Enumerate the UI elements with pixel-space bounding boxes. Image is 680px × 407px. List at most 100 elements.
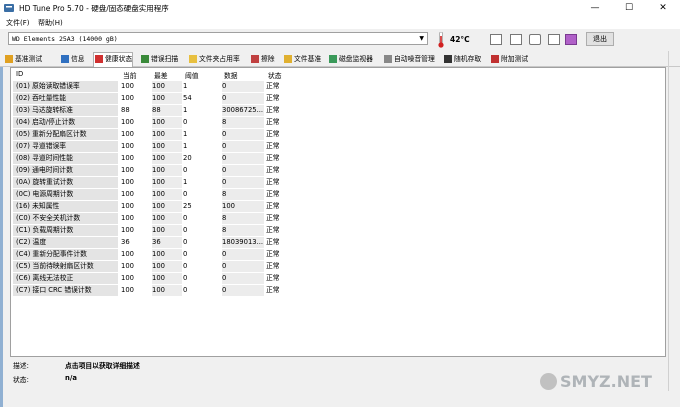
tab-error-scan[interactable]: 错误扫描 <box>140 53 178 65</box>
chevron-down-icon: ▼ <box>419 35 424 42</box>
smart-table[interactable]: ID 当前 最差 阈值 数据 状态 (01) 原始读取错误率 100 100 1 0 正常… <box>10 67 666 357</box>
menu-file[interactable]: 文件(F) <box>6 18 30 28</box>
table-row[interactable]: (C2) 温度 36 36 0 18039013... 正常 <box>11 236 665 248</box>
file-benchmark-icon <box>284 55 292 63</box>
status-label: 状态: <box>13 376 29 384</box>
status-value: 正常 <box>266 82 280 90</box>
status-value: 正常 <box>266 190 280 198</box>
column-header-worst[interactable]: 最差 <box>154 70 168 80</box>
tab-label: 自动噪音管理 <box>394 55 435 63</box>
table-row[interactable]: (C1) 负载周期计数 100 100 0 8 正常 <box>11 224 665 236</box>
save-icon[interactable] <box>565 34 577 45</box>
threshold-value: 0 <box>183 226 188 234</box>
status-value: 正常 <box>266 106 280 114</box>
minimize-button[interactable]: — <box>578 0 612 17</box>
worst-value: 100 <box>152 153 182 164</box>
table-row[interactable]: (C7) 接口 CRC 错误计数 100 100 0 0 正常 <box>11 284 665 296</box>
table-row[interactable]: (C6) 离线无法校正 100 100 0 0 正常 <box>11 272 665 284</box>
table-row[interactable]: (0C) 电源周期计数 100 100 0 8 正常 <box>11 188 665 200</box>
raw-data: 0 <box>222 93 264 104</box>
maximize-button[interactable]: ☐ <box>612 0 646 17</box>
column-header-threshold[interactable]: 阈值 <box>185 70 199 80</box>
table-row[interactable]: (0A) 旋转重试计数 100 100 1 0 正常 <box>11 176 665 188</box>
raw-data: 0 <box>222 177 264 188</box>
table-row[interactable]: (C5) 当前待映射扇区计数 100 100 0 0 正常 <box>11 260 665 272</box>
tab-benchmark[interactable]: 基准测试 <box>4 53 42 65</box>
thermometer-icon <box>438 32 444 48</box>
raw-data: 0 <box>222 141 264 152</box>
attribute-id: (0C) 电源周期计数 <box>13 189 118 200</box>
table-row[interactable]: (07) 寻道错误率 100 100 1 0 正常 <box>11 140 665 152</box>
attribute-id: (02) 吞吐量性能 <box>13 93 118 104</box>
raw-data: 0 <box>222 81 264 92</box>
attribute-id: (C6) 离线无法校正 <box>13 273 118 284</box>
attribute-id: (C2) 温度 <box>13 237 118 248</box>
current-value: 100 <box>121 250 134 258</box>
tab-extra-tests[interactable]: 附加测试 <box>490 53 528 65</box>
worst-value: 100 <box>152 249 182 260</box>
tab-random-access[interactable]: 随机存取 <box>443 53 481 65</box>
current-value: 100 <box>121 202 134 210</box>
threshold-value: 0 <box>183 190 188 198</box>
tab-aam[interactable]: 自动噪音管理 <box>383 53 435 65</box>
column-header-status[interactable]: 状态 <box>268 70 282 80</box>
close-button[interactable]: ✕ <box>646 0 680 17</box>
tab-erase[interactable]: 擦除 <box>250 53 275 65</box>
threshold-value: 1 <box>183 82 188 90</box>
table-row[interactable]: (08) 寻道时间性能 100 100 20 0 正常 <box>11 152 665 164</box>
table-row[interactable]: (01) 原始读取错误率 100 100 1 0 正常 <box>11 80 665 92</box>
status-value: 正常 <box>266 250 280 258</box>
tab-folder-usage[interactable]: 文件夹占用率 <box>188 53 240 65</box>
attribute-id: (C4) 重新分配事件计数 <box>13 249 118 260</box>
window-title: HD Tune Pro 5.70 - 硬盘/固态硬盘实用程序 <box>19 4 169 13</box>
copy-icon[interactable] <box>490 34 502 45</box>
current-value: 100 <box>121 190 134 198</box>
table-row[interactable]: (16) 未知属性 100 100 25 100 正常 <box>11 200 665 212</box>
column-header-data[interactable]: 数据 <box>224 70 238 80</box>
raw-data: 0 <box>222 129 264 140</box>
tab-disk-monitor[interactable]: 磁盘监视器 <box>328 53 373 65</box>
watermark-logo-icon <box>540 373 557 390</box>
menu-help[interactable]: 帮助(H) <box>38 18 63 28</box>
screenshot-icon[interactable] <box>529 34 541 45</box>
copy-all-icon[interactable] <box>510 34 522 45</box>
tab-health[interactable]: 健康状态 <box>93 52 134 67</box>
tab-label: 文件基准 <box>294 55 322 63</box>
worst-value: 100 <box>152 165 182 176</box>
current-value: 100 <box>121 166 134 174</box>
status-value: n/a <box>65 374 77 382</box>
threshold-value: 0 <box>183 286 188 294</box>
status-value: 正常 <box>266 166 280 174</box>
raw-data: 0 <box>222 261 264 272</box>
column-header-id[interactable]: ID <box>16 70 23 78</box>
status-value: 正常 <box>266 214 280 222</box>
options-icon[interactable] <box>548 34 560 45</box>
table-row[interactable]: (03) 马达旋转标准 88 88 1 30086725... 正常 <box>11 104 665 116</box>
description-value: 点击项目以获取详细描述 <box>65 362 140 370</box>
drive-select[interactable]: WD Elements 25A3 (14000 gB) ▼ <box>8 32 428 45</box>
exit-button[interactable]: 退出 <box>586 32 614 46</box>
worst-value: 100 <box>152 81 182 92</box>
tab-info[interactable]: 信息 <box>60 53 85 65</box>
table-row[interactable]: (C4) 重新分配事件计数 100 100 0 0 正常 <box>11 248 665 260</box>
current-value: 36 <box>121 238 130 246</box>
table-row[interactable]: (09) 通电时间计数 100 100 0 0 正常 <box>11 164 665 176</box>
raw-data: 8 <box>222 117 264 128</box>
status-value: 正常 <box>266 286 280 294</box>
status-value: 正常 <box>266 94 280 102</box>
table-row[interactable]: (C0) 不安全关机计数 100 100 0 8 正常 <box>11 212 665 224</box>
tab-file-benchmark[interactable]: 文件基准 <box>283 53 321 65</box>
raw-data: 0 <box>222 165 264 176</box>
worst-value: 100 <box>152 285 182 296</box>
column-header-current[interactable]: 当前 <box>123 70 137 80</box>
threshold-value: 1 <box>183 178 188 186</box>
erase-icon <box>251 55 259 63</box>
table-row[interactable]: (04) 启动/停止计数 100 100 0 8 正常 <box>11 116 665 128</box>
tab-label: 文件夹占用率 <box>199 55 240 63</box>
table-row[interactable]: (02) 吞吐量性能 100 100 54 0 正常 <box>11 92 665 104</box>
watermark: SMYZ.NET <box>560 372 652 391</box>
table-row[interactable]: (05) 重新分配扇区计数 100 100 1 0 正常 <box>11 128 665 140</box>
raw-data: 0 <box>222 273 264 284</box>
worst-value: 36 <box>152 237 182 248</box>
current-value: 100 <box>121 286 134 294</box>
